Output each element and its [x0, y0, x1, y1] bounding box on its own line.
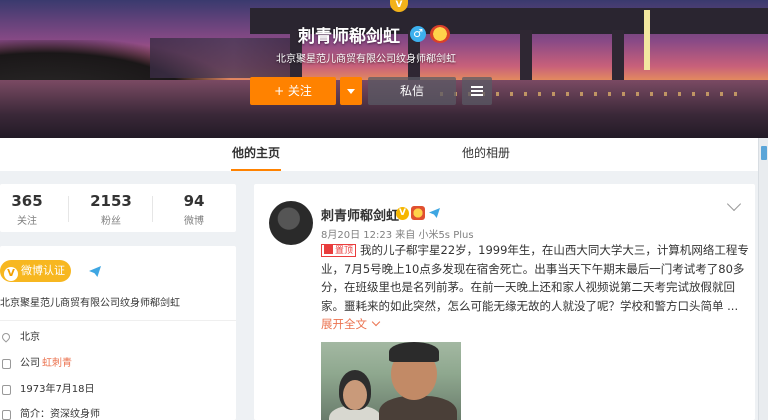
profile-tabbar: 他的主页 他的相册	[0, 138, 758, 171]
pin-icon	[324, 245, 333, 254]
cake-icon	[2, 385, 11, 395]
medal-badge-icon[interactable]	[411, 206, 425, 220]
info-icon	[2, 410, 11, 420]
post-author[interactable]: 刺青师郗剑虹	[321, 205, 399, 224]
briefcase-icon	[2, 359, 11, 369]
post-body: 我的儿子郗宇星22岁，1999年生，在山西大同大学大三，计算机网络工程专业，7月…	[321, 243, 749, 313]
stats-card: 365 关注 2153 粉丝 94 微博	[0, 184, 236, 232]
stat-value: 2153	[90, 192, 132, 210]
stat-value: 365	[11, 192, 43, 210]
city-value: 北京	[20, 332, 40, 343]
avatar[interactable]	[269, 201, 313, 245]
follow-dropdown-button[interactable]	[340, 77, 362, 105]
profile-subtitle: 北京聚星范儿商贸有限公司纹身师郗剑虹	[276, 54, 456, 65]
banner-tower	[644, 10, 650, 70]
stat-posts[interactable]: 94 微博	[159, 192, 229, 227]
company-link[interactable]: 虹刺青	[42, 358, 72, 369]
company-prefix: 公司	[20, 358, 40, 369]
banner-pier	[520, 30, 532, 82]
message-button[interactable]: 私信	[368, 77, 456, 105]
male-gender-icon: ♂	[410, 26, 426, 42]
stat-following[interactable]: 365 关注	[0, 192, 62, 227]
certification-text: 北京聚星范儿商贸有限公司纹身师郗剑虹	[0, 298, 180, 309]
profile-banner	[0, 0, 768, 138]
medal-badge-icon[interactable]	[430, 25, 450, 43]
profile-name: 刺青师郗剑虹	[298, 27, 400, 47]
cert-badge-label: 微博认证	[21, 264, 65, 277]
expand-full-text-link[interactable]: 展开全文	[321, 317, 367, 331]
weibo-certification-badge[interactable]: V 微博认证	[0, 260, 71, 282]
verified-v-icon: V	[4, 267, 18, 281]
chevron-down-icon[interactable]	[371, 318, 381, 327]
tab-album[interactable]: 他的相册	[462, 138, 510, 171]
follow-button[interactable]: + 关注	[250, 77, 336, 105]
divider	[0, 320, 236, 321]
pinned-label: 置顶	[335, 246, 354, 256]
menu-icon	[471, 86, 483, 88]
birthday-value: 1973年7月18日	[20, 384, 95, 395]
tab-home[interactable]: 他的主页	[231, 138, 281, 171]
right-side-strip	[758, 138, 768, 420]
post-text: 置顶 我的儿子郗宇星22岁，1999年生，在山西大同大学大三，计算机网络工程专业，…	[321, 241, 749, 334]
intro-value: 简介：资深纹身师	[20, 409, 100, 420]
stat-label: 微博	[184, 216, 204, 227]
pinned-badge: 置顶	[321, 244, 357, 257]
stat-label: 粉丝	[101, 216, 121, 227]
stat-value: 94	[183, 192, 205, 210]
stat-followers[interactable]: 2153 粉丝	[76, 192, 146, 227]
more-menu-button[interactable]	[462, 77, 492, 105]
post-photo[interactable]	[321, 342, 461, 420]
post-meta: 8月20日 12:23 来自 小米5s Plus	[321, 230, 474, 241]
stat-label: 关注	[17, 216, 37, 227]
banner-pier	[612, 30, 624, 82]
banner-city	[150, 38, 290, 78]
verified-v-icon: V	[396, 207, 409, 220]
